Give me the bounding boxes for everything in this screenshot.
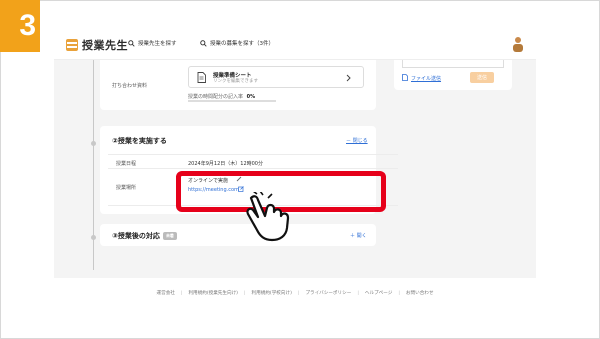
- nav-search-teacher[interactable]: 授業先生を探す: [128, 39, 177, 47]
- progress-label-row: 授業の時間配分の記入率 0%: [188, 93, 255, 100]
- document-icon: [197, 72, 206, 83]
- search-icon: [200, 39, 207, 47]
- nav-search-teacher-label: 授業先生を探す: [138, 41, 177, 47]
- footer-link[interactable]: プライバシーポリシー: [305, 290, 351, 296]
- materials-row-label: 打ち合わせ資料: [112, 83, 148, 89]
- footer-link[interactable]: お問い合わせ: [406, 290, 434, 296]
- footer-link[interactable]: 利用規約(授業先生向け): [188, 290, 238, 296]
- step-number-badge: 3: [0, 0, 40, 52]
- site-logo[interactable]: 授業先生: [66, 37, 128, 53]
- section3-toggle[interactable]: ＋ 開く: [350, 232, 367, 239]
- progress-bar: [188, 100, 276, 102]
- sheet-subtitle: リンクを編集できます: [213, 79, 258, 84]
- pointing-hand-icon: [246, 192, 290, 242]
- avatar-icon[interactable]: [512, 36, 524, 52]
- section3-title: ③授業後の対応: [112, 232, 160, 240]
- section2-title: ②授業を実施する: [112, 137, 167, 145]
- message-textarea[interactable]: [402, 60, 504, 68]
- file-icon: [402, 74, 408, 81]
- date-row: 授業日程 2024年9月12日（木）12時00分: [108, 154, 398, 169]
- timeline-dot: [91, 235, 96, 240]
- date-value: 2024年9月12日（木）12時00分: [188, 161, 263, 167]
- logo-icon: [66, 39, 78, 51]
- nav-search-recruit[interactable]: 授業の募集を探す（3件）: [200, 39, 274, 47]
- status-badge: 未着: [162, 232, 177, 240]
- materials-card: 打ち合わせ資料 授業準備シート リンクを編集できます 授業の時間配分の記入率 0…: [100, 60, 376, 110]
- section3-title-row: ③授業後の対応 未着: [112, 231, 177, 241]
- file-send-link[interactable]: ファイル送信: [411, 75, 441, 82]
- nav-search-recruit-label: 授業の募集を探す（3件）: [210, 41, 275, 47]
- message-side-panel: ファイル送信 送信: [394, 60, 512, 90]
- footer-link[interactable]: ヘルプページ: [365, 290, 392, 296]
- site-footer: 運営会社 | 利用規約(授業先生向け) | 利用規約(学校向け) | プライバシーポリ…: [54, 278, 536, 308]
- chevron-right-icon: [346, 74, 351, 82]
- section-after-class: ③授業後の対応 未着 ＋ 開く: [100, 224, 376, 246]
- timeline-dot: [91, 141, 96, 146]
- footer-link[interactable]: 運営会社: [157, 290, 175, 296]
- footer-link[interactable]: 利用規約(学校向け): [252, 290, 292, 296]
- search-icon: [128, 39, 135, 47]
- place-label: 授業場所: [116, 185, 137, 191]
- prep-sheet-link[interactable]: 授業準備シート リンクを編集できます: [188, 66, 364, 88]
- section2-toggle[interactable]: － 閉じる: [346, 137, 368, 144]
- logo-text: 授業先生: [82, 39, 128, 52]
- top-header: 授業先生 授業先生を探す 授業の募集を探す（3件）: [54, 28, 536, 60]
- date-label: 授業日程: [116, 161, 137, 167]
- send-button[interactable]: 送信: [470, 72, 494, 83]
